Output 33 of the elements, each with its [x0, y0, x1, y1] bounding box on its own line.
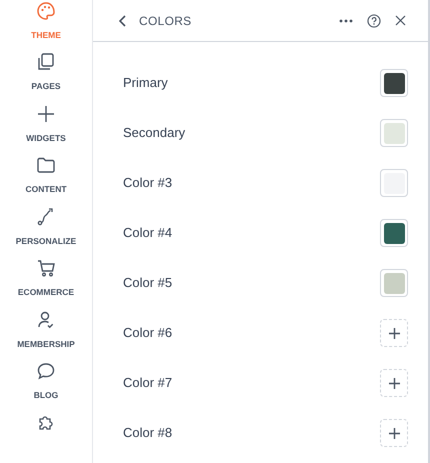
sidebar-item[interactable]: MEMBERSHIP — [0, 308, 92, 360]
sidebar-item[interactable]: CONTENT — [0, 154, 92, 206]
user-check-icon — [36, 310, 56, 330]
color-label: Color #3 — [123, 174, 172, 192]
plus-icon — [388, 428, 400, 438]
sidebar-item[interactable]: PAGES — [0, 51, 92, 103]
folder-icon — [36, 155, 56, 176]
cart-icon — [36, 258, 56, 278]
palette-icon — [36, 1, 56, 21]
color-label: Color #4 — [123, 224, 172, 242]
help-icon[interactable] — [367, 14, 381, 28]
chat-bubble-icon — [36, 361, 56, 382]
chevron-left-icon — [119, 14, 127, 26]
color-label: Secondary — [123, 124, 186, 142]
panel-title: COLORS — [139, 12, 192, 30]
color-label: Color #8 — [123, 424, 172, 442]
color-label: Color #5 — [123, 274, 172, 292]
color-label: Primary — [123, 74, 168, 92]
more-icon[interactable] — [339, 18, 353, 22]
add-color-button[interactable] — [380, 369, 408, 397]
add-color-button[interactable] — [380, 419, 408, 447]
pages-icon — [36, 52, 56, 72]
close-icon[interactable] — [395, 15, 406, 26]
sidebar-item[interactable]: PERSONALIZE — [0, 206, 92, 258]
plus-icon — [36, 104, 56, 124]
plus-icon — [388, 378, 400, 388]
color-label: Color #7 — [123, 374, 172, 392]
sidebar-item[interactable]: BLOG — [0, 360, 92, 412]
add-color-button[interactable] — [380, 319, 408, 347]
color-label: Color #6 — [123, 324, 172, 342]
sidebar-item[interactable]: WIDGETS — [0, 102, 92, 154]
sidebar-item[interactable]: ECOMMERCE — [0, 257, 92, 309]
plus-icon — [388, 328, 400, 338]
